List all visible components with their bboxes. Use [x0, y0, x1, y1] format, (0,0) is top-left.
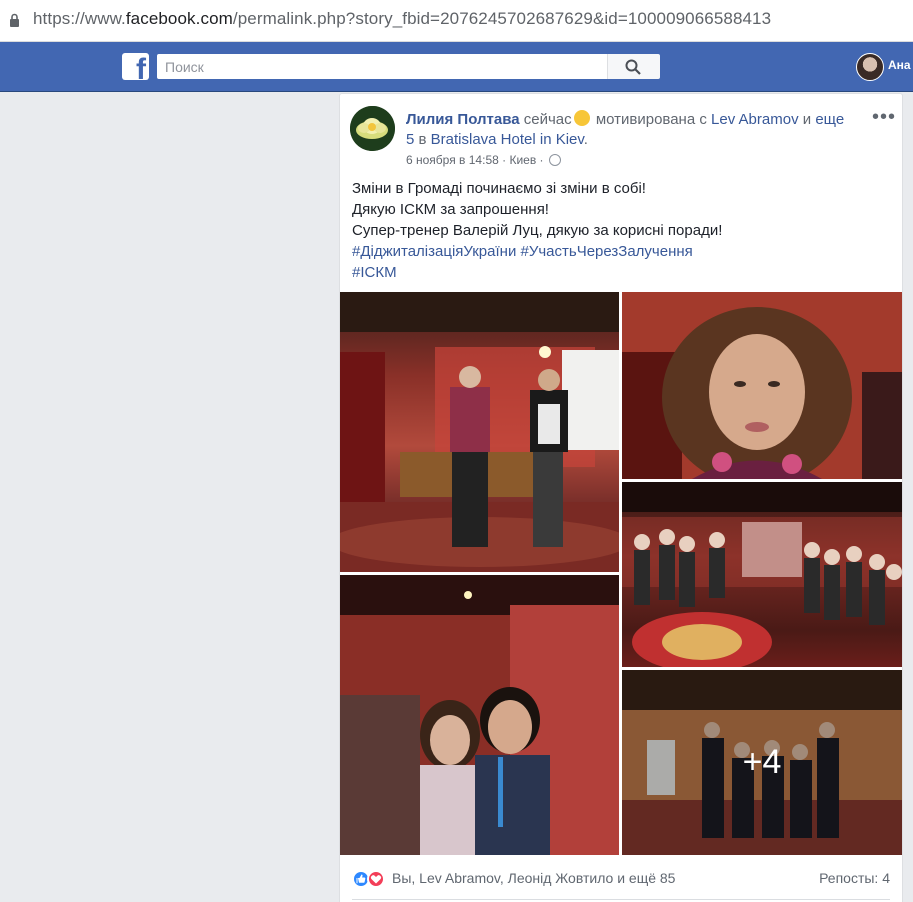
post-photo-3[interactable]	[622, 482, 902, 667]
facebook-logo-letter: f	[136, 53, 146, 81]
post-card: Лилия Полтава сейчас мотивирована с Lev …	[339, 93, 903, 902]
facebook-logo[interactable]: f	[122, 53, 149, 80]
post-photo-4[interactable]	[340, 575, 619, 855]
author-name[interactable]: Лилия Полтава	[406, 111, 520, 128]
love-reaction-icon[interactable]	[367, 870, 385, 888]
more-photos-count[interactable]: +4	[622, 670, 902, 855]
search-input[interactable]: Поиск	[157, 54, 607, 79]
post-header: Лилия Полтава сейчас мотивирована с Lev …	[406, 108, 846, 150]
trainers-photo	[340, 292, 619, 572]
url-domain: facebook.com	[125, 9, 233, 28]
search-button[interactable]	[607, 54, 660, 79]
post-location[interactable]: Киев	[509, 153, 536, 167]
url-prefix: https://www.	[33, 9, 126, 28]
lotus-avatar-image	[350, 106, 395, 151]
feeling-text: мотивирована с	[595, 111, 707, 128]
post-text: Зміни в Громаді починаємо зі зміни в соб…	[352, 178, 892, 283]
selfie-photo	[622, 292, 902, 479]
tagged-person-link[interactable]: Lev Abramov	[711, 111, 799, 128]
more-options-icon[interactable]: •••	[872, 107, 896, 127]
two-women-photo	[340, 575, 619, 855]
browser-address-bar[interactable]: https://www.facebook.com/permalink.php?s…	[0, 0, 913, 42]
post-photo-1[interactable]	[340, 292, 619, 572]
search-placeholder: Поиск	[165, 59, 204, 75]
lock-icon	[10, 13, 19, 27]
post-photo-2[interactable]	[622, 292, 902, 479]
post-date[interactable]: 6 ноября в 14:58	[406, 153, 499, 167]
post-text-line: Супер-тренер Валерій Луц, дякую за корис…	[352, 222, 723, 239]
post-text-line: Дякую ІСКМ за запрошення!	[352, 201, 549, 218]
divider	[352, 899, 890, 900]
and-text: и	[802, 111, 812, 128]
globe-icon	[548, 154, 561, 166]
reactions-bar: Вы, Lev Abramov, Леонід Жовтило и ещё 85…	[352, 869, 890, 889]
author-avatar[interactable]	[350, 106, 395, 151]
reaction-names[interactable]: Вы, Lev Abramov, Леонід Жовтило и ещё 85	[392, 870, 675, 886]
in-text: в	[418, 131, 427, 148]
post-status-word: сейчас	[523, 111, 572, 128]
profile-name[interactable]: Ана	[888, 58, 911, 72]
smiling-face-icon	[573, 110, 590, 126]
search-icon	[625, 59, 641, 75]
facebook-top-bar: f Поиск Ана	[0, 42, 913, 92]
place-link[interactable]: Bratislava Hotel in Kiev	[431, 131, 584, 148]
hashtag[interactable]: #ІСКМ	[352, 262, 892, 283]
url-path: /permalink.php?story_fbid=20762457026876…	[232, 9, 772, 28]
post-meta: 6 ноября в 14:58 · Киев ·	[406, 152, 561, 167]
url-text[interactable]: https://www.facebook.com/permalink.php?s…	[33, 9, 771, 29]
shares-count[interactable]: Репосты: 4	[819, 870, 890, 886]
hashtags[interactable]: #ДіджиталізаціяУкраїни #УчастьЧерезЗалуч…	[352, 241, 892, 262]
group-photo	[622, 482, 902, 667]
post-text-line: Зміни в Громаді починаємо зі зміни в соб…	[352, 180, 646, 197]
post-photo-5[interactable]: +4	[622, 670, 902, 855]
profile-avatar[interactable]	[856, 53, 884, 81]
period: .	[583, 131, 588, 148]
